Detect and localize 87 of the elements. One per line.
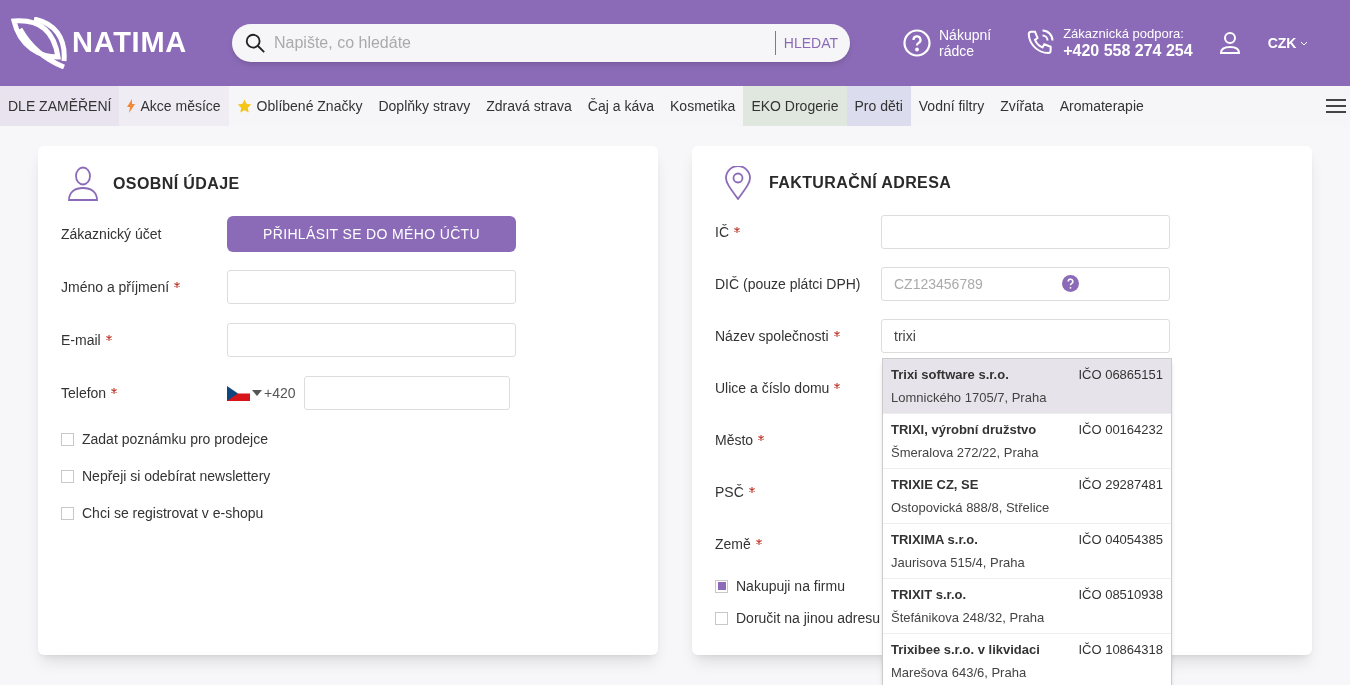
company-address: Lomnického 1705/7, Praha	[891, 388, 1048, 407]
field-label: Ulice a číslo domu	[715, 378, 830, 398]
field-label: DIČ (pouze plátci DPH)	[715, 274, 861, 294]
company-address: Jaurisova 515/4, Praha	[891, 553, 1026, 572]
input-field[interactable]	[881, 215, 1170, 249]
leaf-logo-icon[interactable]	[10, 17, 68, 69]
company-name: Trixibee s.r.o. v likvidaci	[891, 641, 1040, 659]
person-icon	[67, 166, 99, 202]
search-icon	[244, 32, 266, 54]
nav-item[interactable]: Zvířata	[992, 86, 1052, 126]
field-label: Zákaznický účet	[61, 224, 162, 244]
field-label: IČ	[715, 222, 729, 242]
checkbox-label: Nakupuji na firmu	[736, 576, 845, 596]
checkbox[interactable]	[61, 469, 74, 483]
suggestion-item[interactable]: Trixi software s.r.o. IČO 06865151 Lomnického 1705/7, Praha	[883, 359, 1171, 414]
suggestion-item[interactable]: TRIXIE CZ, SE IČO 29287481 Ostopovická 888/8, Střelice	[883, 469, 1171, 524]
nav-item[interactable]: Oblíbené Značky	[228, 86, 371, 126]
nav-item[interactable]: Vodní filtry	[910, 86, 993, 126]
input-field[interactable]: trixi	[881, 319, 1170, 353]
section-title: OSOBNÍ ÚDAJE	[113, 173, 240, 194]
nav-item[interactable]: Doplňky stravy	[370, 86, 479, 126]
company-name: TRIXIE CZ, SE	[891, 476, 979, 494]
input-field[interactable]: CZ123456789	[881, 267, 1170, 301]
company-id: IČO 00164232	[1078, 421, 1163, 439]
support-label: Zákaznická podpora:	[1063, 25, 1185, 41]
user-icon[interactable]	[1218, 31, 1241, 55]
star-icon	[236, 99, 252, 113]
company-name: TRIXI, výrobní družstvo	[891, 421, 1037, 439]
nav-item[interactable]: DLE ZAMĚŘENÍ	[0, 86, 120, 126]
company-name: TRIXIMA s.r.o.	[891, 531, 978, 549]
field-label: PSČ	[715, 482, 744, 502]
search-button[interactable]: HLEDAT	[783, 32, 842, 54]
menu-icon[interactable]	[1326, 98, 1346, 114]
support-phone[interactable]: +420 558 274 254	[1063, 40, 1193, 61]
company-id: IČO 10864318	[1078, 641, 1163, 659]
dial-code: +420	[264, 383, 296, 403]
lightning-icon	[127, 99, 136, 113]
checkbox[interactable]	[61, 506, 74, 520]
nav-item[interactable]: Aromaterapie	[1051, 86, 1152, 126]
company-address: Šmeralova 272/22, Praha	[891, 443, 1040, 462]
checkbox-label: Doručit na jinou adresu	[736, 608, 880, 628]
suggestion-item[interactable]: Trixibee s.r.o. v likvidaci IČO 10864318 Marešova 643/6, Praha	[883, 634, 1171, 685]
field-label: Název společnosti	[715, 326, 829, 346]
field-label: Země	[715, 534, 751, 554]
section-title: FAKTURAČNÍ ADRESA	[769, 172, 952, 193]
checkbox-label: Zadat poznámku pro prodejce	[82, 429, 268, 449]
company-id: IČO 04054385	[1078, 531, 1163, 549]
caret-icon[interactable]	[252, 390, 262, 396]
suggestion-item[interactable]: TRIXIMA s.r.o. IČO 04054385 Jaurisova 515/4, Praha	[883, 524, 1171, 579]
search-bar[interactable]: Napište, co hledáte HLEDAT	[232, 24, 850, 62]
phone-input[interactable]	[303, 376, 510, 410]
suggestion-item[interactable]: TRIXI, výrobní družstvo IČO 00164232 Šmeralova 272/22, Praha	[883, 414, 1171, 469]
company-name: Trixi software s.r.o.	[891, 366, 1009, 384]
company-id: IČO 08510938	[1078, 586, 1163, 604]
suggestion-item[interactable]: TRIXIT s.r.o. IČO 08510938 Štefánikova 248/32, Praha	[883, 579, 1171, 634]
checkbox-label: Chci se registrovat v e-shopu	[82, 503, 264, 523]
czech-flag-icon[interactable]	[227, 385, 250, 401]
chevron-down-icon	[1300, 40, 1309, 46]
checkbox[interactable]	[715, 579, 728, 593]
field-label: Město	[715, 430, 754, 450]
help-icon[interactable]	[1062, 275, 1079, 292]
nav-item[interactable]: Zdravá strava	[478, 86, 580, 126]
nav-item[interactable]: Pro děti	[846, 86, 911, 126]
nav-item[interactable]: Kosmetika	[662, 86, 744, 126]
logo-text[interactable]: NATIMA	[72, 21, 187, 65]
checkbox-label: Nepřeji si odebírat newslettery	[82, 466, 271, 486]
input-field[interactable]	[227, 323, 516, 357]
field-label: E-mail	[61, 330, 101, 350]
company-address: Marešova 643/6, Praha	[891, 663, 1028, 682]
company-id: IČO 29287481	[1078, 476, 1163, 494]
checkbox[interactable]	[61, 432, 74, 446]
nav-item[interactable]: EKO Drogerie	[743, 86, 847, 126]
company-address: Štefánikova 248/32, Praha	[891, 608, 1046, 627]
location-pin-icon	[725, 166, 751, 200]
company-address: Ostopovická 888/8, Střelice	[891, 498, 1051, 517]
shopping-guide-link[interactable]: Nákupní rádce	[939, 27, 992, 59]
currency-select[interactable]: CZK	[1267, 32, 1309, 54]
nav-item[interactable]: Akce měsíce	[119, 86, 229, 126]
checkbox[interactable]	[715, 611, 728, 625]
field-label: Telefon	[61, 383, 107, 403]
input-field[interactable]	[227, 270, 516, 304]
nav-item[interactable]: Čaj a káva	[579, 86, 662, 126]
question-icon[interactable]	[903, 29, 931, 57]
login-button[interactable]: PŘIHLÁSIT SE DO MÉHO ÚČTU	[227, 216, 516, 252]
company-id: IČO 06865151	[1078, 366, 1163, 384]
company-name: TRIXIT s.r.o.	[891, 586, 967, 604]
field-label: Jméno a příjmení	[61, 277, 170, 297]
